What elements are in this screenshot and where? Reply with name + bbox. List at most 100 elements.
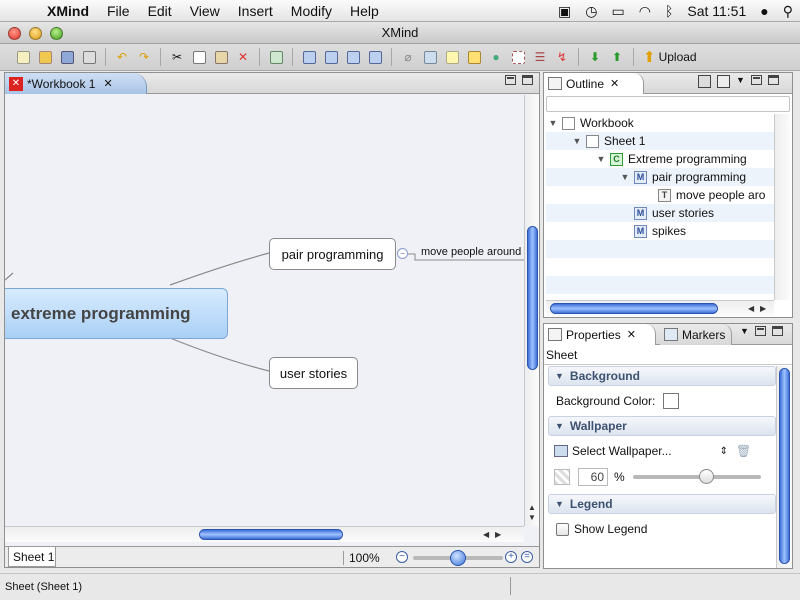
menu-modify[interactable]: Modify: [282, 3, 341, 19]
save-icon[interactable]: [58, 48, 76, 66]
notes-icon[interactable]: [443, 48, 461, 66]
drill-up-icon[interactable]: ⬆: [608, 48, 626, 66]
trash-icon[interactable]: 🗑: [736, 444, 751, 458]
show-legend-checkbox[interactable]: [556, 522, 569, 536]
upload-button[interactable]: ⬆ Upload: [643, 48, 697, 66]
drill-down-icon[interactable]: ⬇: [586, 48, 604, 66]
topic-user-stories[interactable]: user stories: [269, 357, 358, 389]
editor-vertical-scrollbar[interactable]: ▲ ▼: [524, 95, 539, 526]
menu-app-name[interactable]: XMind: [38, 3, 98, 19]
subtopic-move-people-around[interactable]: move people around: [421, 246, 521, 258]
close-tab-icon[interactable]: ✕: [103, 77, 112, 90]
tree-item-move-people-around[interactable]: T move people aro: [546, 186, 774, 204]
cut-icon[interactable]: ✂: [168, 48, 186, 66]
paste-icon[interactable]: [212, 48, 230, 66]
new-workbook-icon[interactable]: [14, 48, 32, 66]
wallpaper-select[interactable]: Select Wallpaper... ⇕ 🗑: [548, 438, 776, 464]
spotlight-icon[interactable]: ⚲: [783, 3, 793, 20]
maximize-outline-icon[interactable]: [767, 75, 779, 85]
insert-parent-topic-icon[interactable]: [344, 48, 362, 66]
stepper-icon[interactable]: ⇕: [720, 446, 728, 457]
zoom-window-button[interactable]: [50, 27, 63, 40]
print-icon[interactable]: [80, 48, 98, 66]
outline-filter-field[interactable]: [546, 96, 790, 112]
view-menu-icon[interactable]: ▼: [740, 326, 749, 336]
tab-markers[interactable]: Markers: [660, 324, 732, 345]
section-legend[interactable]: ▼ Legend: [548, 494, 776, 514]
tree-item-central-topic[interactable]: ▼ C Extreme programming: [546, 150, 774, 168]
open-folder-icon[interactable]: [36, 48, 54, 66]
opacity-slider-knob[interactable]: [698, 469, 714, 484]
properties-vertical-scrollbar[interactable]: [776, 366, 792, 568]
time-machine-icon[interactable]: ◷: [585, 3, 597, 20]
mindmap-canvas[interactable]: extreme programming pair programming − m…: [5, 95, 525, 548]
outline-layout-icon[interactable]: [698, 75, 711, 88]
menu-edit[interactable]: Edit: [139, 3, 181, 19]
menu-view[interactable]: View: [181, 3, 229, 19]
image-icon[interactable]: [421, 48, 439, 66]
maximize-view-icon[interactable]: [522, 75, 533, 85]
sheet-tab[interactable]: Sheet 1: [8, 547, 56, 567]
background-color-swatch[interactable]: [663, 393, 680, 409]
close-window-button[interactable]: [8, 27, 21, 40]
delete-icon[interactable]: ✕: [234, 48, 252, 66]
expand-arrow-icon[interactable]: ▼: [548, 118, 558, 128]
zoom-reset-button[interactable]: =: [521, 551, 533, 563]
show-legend-row[interactable]: Show Legend: [548, 516, 776, 542]
zoom-out-button[interactable]: −: [396, 551, 408, 563]
outline-scroll-thumb[interactable]: [550, 303, 718, 314]
relationship-icon[interactable]: ↯: [553, 48, 571, 66]
vertical-scroll-thumb[interactable]: [527, 226, 538, 370]
scroll-up-arrow-icon[interactable]: ▲: [528, 503, 536, 512]
minimize-window-button[interactable]: [29, 27, 42, 40]
maximize-properties-icon[interactable]: [771, 326, 783, 336]
insert-subtopic-icon[interactable]: [322, 48, 340, 66]
scroll-down-arrow-icon[interactable]: ▼: [528, 513, 536, 522]
bento-icon[interactable]: ▣: [558, 3, 571, 20]
tab-workbook[interactable]: ✕ *Workbook 1 ✕: [5, 73, 147, 94]
scroll-right-arrow-icon[interactable]: ▶: [760, 304, 766, 313]
tree-item-user-stories[interactable]: M user stories: [546, 204, 774, 222]
expand-arrow-icon[interactable]: ▼: [572, 136, 582, 146]
close-outline-icon[interactable]: ✕: [610, 77, 619, 90]
undo-icon[interactable]: ↶: [113, 48, 131, 66]
user-icon[interactable]: ●: [760, 3, 768, 19]
menu-insert[interactable]: Insert: [229, 3, 282, 19]
bluetooth-icon[interactable]: ᛒ: [665, 3, 673, 19]
copy-icon[interactable]: [190, 48, 208, 66]
menu-file[interactable]: File: [98, 3, 139, 19]
section-background[interactable]: ▼ Background: [548, 366, 776, 386]
tab-outline[interactable]: Outline ✕: [544, 73, 644, 94]
summary-icon[interactable]: ☰: [531, 48, 549, 66]
outline-collapse-icon[interactable]: [717, 75, 730, 88]
close-properties-icon[interactable]: ✕: [627, 328, 636, 341]
insert-image-icon[interactable]: [267, 48, 285, 66]
label-icon[interactable]: [465, 48, 483, 66]
opacity-input[interactable]: 60: [578, 468, 608, 486]
boundary-icon[interactable]: [509, 48, 527, 66]
editor-horizontal-scrollbar[interactable]: ◀ ▶: [5, 526, 524, 542]
tree-item-sheet[interactable]: ▼ Sheet 1: [546, 132, 774, 150]
tab-properties[interactable]: Properties ✕: [544, 324, 656, 345]
minimize-view-icon[interactable]: [505, 75, 516, 85]
hyperlink-icon[interactable]: ●: [487, 48, 505, 66]
central-topic[interactable]: extreme programming: [5, 288, 228, 339]
menu-help[interactable]: Help: [341, 3, 388, 19]
menubar-clock[interactable]: Sat 11:51: [687, 3, 746, 19]
zoom-in-button[interactable]: +: [505, 551, 517, 563]
zoom-slider-knob[interactable]: [450, 550, 466, 566]
scroll-left-arrow-icon[interactable]: ◀: [483, 530, 489, 539]
horizontal-scroll-thumb[interactable]: [199, 529, 343, 540]
minimize-outline-icon[interactable]: [750, 75, 762, 85]
expand-arrow-icon[interactable]: ▼: [596, 154, 606, 164]
expand-arrow-icon[interactable]: ▼: [620, 172, 630, 182]
wifi-icon[interactable]: ◠: [639, 3, 651, 20]
topic-pair-programming[interactable]: pair programming: [269, 238, 396, 270]
tree-item-workbook[interactable]: ▼ Workbook: [546, 114, 774, 132]
display-icon[interactable]: ▭: [612, 3, 625, 20]
tree-item-spikes[interactable]: M spikes: [546, 222, 774, 240]
insert-floating-topic-icon[interactable]: [366, 48, 384, 66]
scroll-right-arrow-icon[interactable]: ▶: [495, 530, 501, 539]
properties-scroll-thumb[interactable]: [779, 368, 790, 564]
minimize-properties-icon[interactable]: [754, 326, 766, 336]
